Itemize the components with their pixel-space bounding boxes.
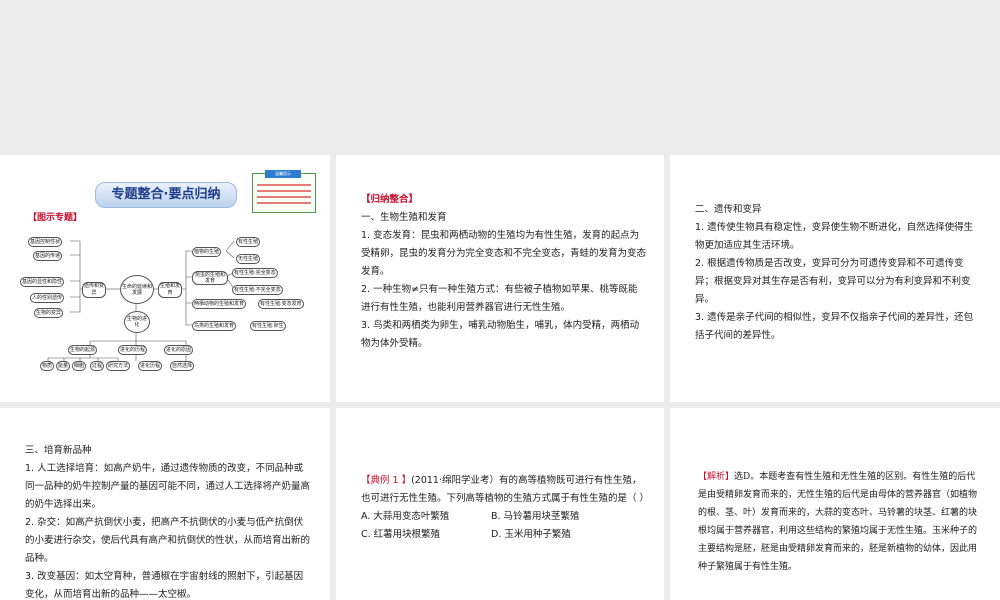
- paragraph: 3. 遗传是亲子代间的相似性，变异不仅指亲子代间的差异性，还包括子代间的差异性。: [695, 312, 974, 341]
- map-node-genetics: 遗传和变异: [82, 282, 106, 298]
- slide-new-breeds[interactable]: 三、培育新品种 1. 人工选择培育：如高产奶牛，通过遗传物质的改变，不同品种或同…: [0, 408, 330, 600]
- map-node-evo-sub: 研究方法: [106, 361, 131, 371]
- slide-summary-reproduction[interactable]: 【归纳整合】 一、生物生殖和发育 1. 变态发育：昆虫和两栖动物的生殖均为有性生…: [336, 155, 664, 402]
- paragraph: 2. 根据遗传物质是否改变，变异可分为可遗传变异和不可遗传变异；根据变异对其生存…: [695, 258, 971, 305]
- slide-concept-map[interactable]: 专题整合·要点归纳 温馨提示 【图示专题】 基因控制性状 基因的传递 基因的显性…: [0, 155, 330, 402]
- map-node-left: 人的性别遗传: [30, 293, 65, 303]
- map-node-category: 昆虫的生殖和发育: [192, 271, 228, 285]
- option-d[interactable]: D. 玉米用种子繁殖: [491, 529, 571, 540]
- paragraph: 2. 一种生物≠只有一种生殖方式：有些被子植物如苹果、桃等既能进行有性生殖，也能…: [361, 284, 638, 313]
- paragraph: 3. 鸟类和两栖类为卵生，哺乳动物胎生，哺乳，体内受精，两栖动物为体外受精。: [361, 320, 640, 349]
- map-node-category: 植物的生殖: [192, 247, 222, 257]
- paragraph: 1. 遗传使生物具有稳定性，变异使生物不断进化，自然选择使得生物更加适应其生活环…: [695, 222, 974, 251]
- question-block: 【典例 1 】(2011·绵阳学业考）有的高等植物既可进行有性生殖，也可进行无性…: [361, 472, 649, 544]
- analysis-block: 【解析】选D。本题考查有性生殖和无性生殖的区别。有性生殖的后代是由受精卵发育而来…: [698, 468, 978, 576]
- map-node-evo: 进化的原因: [164, 345, 194, 355]
- map-node-evo-sub: 自然选择: [170, 361, 195, 371]
- map-node-left: 基因控制性状: [28, 237, 63, 247]
- slide-example-question[interactable]: 【典例 1 】(2011·绵阳学业考）有的高等植物既可进行有性生殖，也可进行无性…: [336, 408, 664, 600]
- map-node-type: 有性生殖:变态发育: [258, 299, 304, 309]
- map-node-evo-sub: 过程: [90, 361, 105, 371]
- slide-analysis[interactable]: 【解析】选D。本题考查有性生殖和无性生殖的区别。有性生殖的后代是由受精卵发育而来…: [670, 408, 1000, 600]
- example-label: 【典例 1 】: [361, 475, 412, 486]
- map-node-evo: 进化的历程: [118, 345, 148, 355]
- map-node-category: 两栖动物的生殖和发育: [192, 299, 247, 309]
- map-node-left: 基因的显性和隐性: [20, 277, 65, 287]
- paragraph: 3. 改变基因：如太空育种，普通椒在宇宙射线的照射下，引起基因变化，从而培育出新…: [25, 571, 304, 600]
- map-node-evo-sub: 进化历程: [138, 361, 163, 371]
- map-node-evolution: 生物的进化: [124, 311, 150, 333]
- map-node-evo-sub: 细胞: [72, 361, 87, 371]
- option-c[interactable]: C. 红薯用块根繁殖: [361, 526, 491, 544]
- map-node-left: 基因的传递: [33, 251, 63, 261]
- map-node-left: 生物的变异: [34, 308, 64, 318]
- slide-body: 三、培育新品种 1. 人工选择培育：如高产奶牛，通过遗传物质的改变，不同品种或同…: [25, 442, 310, 600]
- map-node-evo-sub: 物质: [40, 361, 55, 371]
- slide-body: 一、生物生殖和发育 1. 变态发育：昆虫和两栖动物的生殖均为有性生殖，发育的起点…: [361, 209, 646, 353]
- map-node-type: 有性生殖:不完全变态: [232, 285, 283, 295]
- map-node-center: 生命的延续和发展: [120, 275, 154, 304]
- map-node-evo-sub: 能量: [56, 361, 71, 371]
- option-b[interactable]: B. 马铃薯用块茎繁殖: [491, 511, 580, 522]
- subtitle: 二、遗传和变异: [695, 204, 762, 215]
- map-node-reproduction: 生殖和发育: [158, 282, 182, 298]
- paragraph: 2. 杂交：如高产抗倒伏小麦，把高产不抗倒伏的小麦与低产抗倒伏的小麦进行杂交，使…: [25, 517, 311, 564]
- option-a[interactable]: A. 大蒜用变态叶繁殖: [361, 508, 491, 526]
- subtitle: 一、生物生殖和发育: [361, 212, 447, 223]
- analysis-label: 【解析】: [698, 472, 735, 482]
- subtitle: 三、培育新品种: [25, 445, 92, 456]
- paragraph: 1. 人工选择培育：如高产奶牛，通过遗传物质的改变，不同品种或同一品种的奶牛控制…: [25, 463, 311, 510]
- map-node-type: 无性生殖: [236, 254, 261, 264]
- map-node-type: 有性生殖:卵生: [250, 321, 286, 331]
- section-header: 【归纳整合】: [361, 194, 419, 205]
- map-node-type: 有性生殖: [236, 237, 261, 247]
- map-node-category: 鸟类的生殖和发育: [192, 321, 237, 331]
- map-node-evo: 生物的起源: [68, 345, 98, 355]
- slide-heredity[interactable]: 二、遗传和变异 1. 遗传使生物具有稳定性，变异使生物不断进化，自然选择使得生物…: [670, 155, 1000, 402]
- slide-body: 二、遗传和变异 1. 遗传使生物具有稳定性，变异使生物不断进化，自然选择使得生物…: [695, 201, 980, 345]
- map-node-type: 有性生殖:完全变态: [232, 268, 278, 278]
- paragraph: 1. 变态发育：昆虫和两栖动物的生殖均为有性生殖，发育的起点为受精卵，昆虫的发育…: [361, 230, 647, 277]
- analysis-text: 选D。本题考查有性生殖和无性生殖的区别。有性生殖的后代是由受精卵发育而来的，无性…: [698, 472, 978, 572]
